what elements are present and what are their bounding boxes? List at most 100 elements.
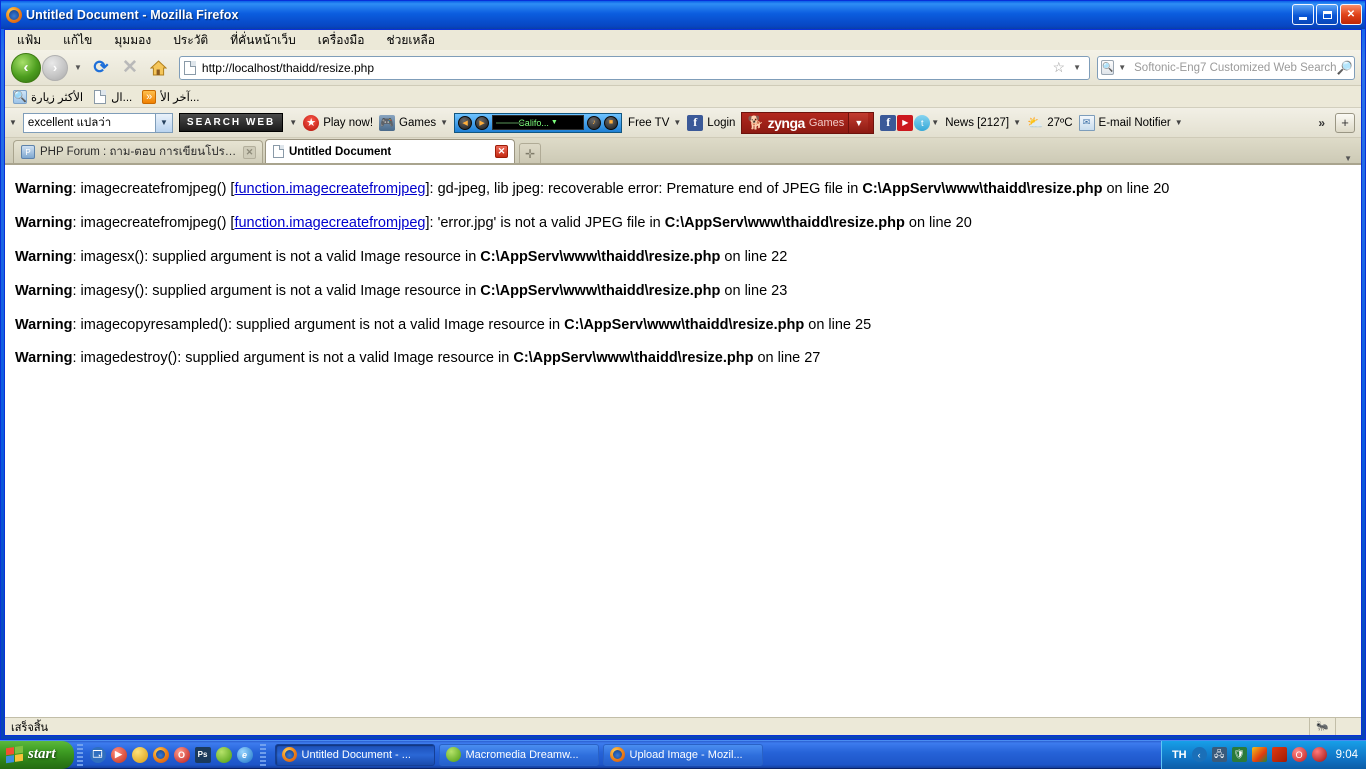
translate-combobox[interactable]: excellent แปลว่า ▼: [23, 113, 173, 133]
maximize-button[interactable]: [1316, 4, 1338, 25]
games-menu[interactable]: 🎮 Games ▼: [379, 115, 448, 131]
chevron-down-icon[interactable]: ▼: [1114, 63, 1130, 72]
play-now-button[interactable]: ★ Play now!: [303, 115, 373, 131]
news-label: News [2127]: [945, 117, 1009, 129]
task-button-dreamweaver[interactable]: Macromedia Dreamw...: [439, 744, 599, 766]
close-button[interactable]: ✕: [1340, 4, 1362, 25]
menu-history[interactable]: ประวัติ: [169, 30, 212, 51]
back-button[interactable]: ‹: [11, 53, 41, 83]
window-controls: ✕: [1292, 4, 1362, 25]
warning-function: imagecreatefromjpeg(): [81, 215, 227, 231]
menu-file[interactable]: แฟ้ม: [13, 30, 45, 51]
firefox-icon[interactable]: [153, 747, 169, 763]
bookmark-star-icon[interactable]: ☆: [1049, 59, 1070, 76]
php-warning-row: Warning: imagecreatefromjpeg() [function…: [15, 215, 1361, 232]
list-all-tabs-icon[interactable]: ▼: [1339, 154, 1357, 163]
tab-untitled-document[interactable]: Untitled Document ✕: [265, 139, 515, 163]
warning-function: imagesx(): [81, 249, 145, 265]
task-button-untitled-document[interactable]: Untitled Document - ...: [275, 744, 435, 766]
radio-station-display[interactable]: Califo... ▼: [492, 115, 584, 130]
free-tv-menu[interactable]: Free TV ▼: [628, 117, 681, 129]
status-resize-grip[interactable]: [1335, 718, 1361, 735]
home-icon[interactable]: [146, 55, 172, 81]
search-web-button[interactable]: SEARCH WEB: [179, 113, 283, 132]
weather-widget[interactable]: ⛅ 27ºC: [1027, 115, 1072, 131]
radio-prev-icon[interactable]: ◀: [458, 116, 472, 130]
twitter-icon[interactable]: t: [914, 115, 930, 131]
menu-view[interactable]: มุมมอง: [110, 30, 155, 51]
tray-usb-icon[interactable]: [1272, 747, 1287, 762]
chevron-down-icon[interactable]: ▼: [673, 118, 681, 127]
radio-player-widget[interactable]: ◀ ▶ Califo... ▼ ♪ ■: [454, 113, 622, 133]
chevron-down-icon[interactable]: ▼: [71, 63, 85, 72]
radio-volume-icon[interactable]: ♪: [587, 116, 601, 130]
search-input[interactable]: Softonic-Eng7 Customized Web Search: [1130, 62, 1336, 74]
chevron-down-icon[interactable]: ▼: [440, 118, 448, 127]
tray-antivirus-icon[interactable]: 🛡: [1232, 747, 1247, 762]
warning-label: Warning: [15, 283, 72, 299]
tab-close-icon[interactable]: ✕: [495, 145, 508, 158]
tab-close-icon[interactable]: ✕: [243, 146, 256, 159]
menu-help[interactable]: ช่วยเหลือ: [382, 30, 439, 51]
media-player-icon[interactable]: ▶: [111, 747, 127, 763]
photoshop-icon[interactable]: Ps: [195, 747, 211, 763]
stop-icon[interactable]: ✕: [117, 55, 143, 81]
start-button[interactable]: start: [0, 741, 74, 769]
warning-doc-link[interactable]: function.imagecreatefromjpeg: [234, 181, 425, 197]
chevron-down-icon[interactable]: ▼: [549, 119, 558, 126]
overflow-chevron-icon[interactable]: »: [1314, 116, 1329, 130]
chevron-down-icon[interactable]: ▼: [155, 114, 172, 132]
url-bar[interactable]: http://localhost/thaidd/resize.php ☆ ▼: [179, 56, 1090, 80]
firefox-icon: [282, 747, 297, 762]
tab-php-forum[interactable]: P PHP Forum : ถาม-ตอบ การเขียนโปรแกร... …: [13, 140, 263, 163]
url-input[interactable]: http://localhost/thaidd/resize.php: [202, 61, 1049, 75]
chevron-down-icon[interactable]: ▼: [931, 118, 939, 127]
task-button-upload-image[interactable]: Upload Image - Mozil...: [603, 744, 763, 766]
tray-security-icon[interactable]: [1312, 747, 1327, 762]
menu-tools[interactable]: เครื่องมือ: [314, 30, 369, 51]
chevron-down-icon[interactable]: ▼: [289, 118, 297, 127]
menu-edit[interactable]: แก้ไข: [59, 30, 96, 51]
chrome-icon[interactable]: [132, 747, 148, 763]
radio-stop-icon[interactable]: ■: [604, 116, 618, 130]
chevron-down-icon[interactable]: ▼: [848, 113, 868, 133]
status-addon-icon[interactable]: 🐜: [1309, 718, 1335, 735]
email-notifier-menu[interactable]: ✉ E-mail Notifier ▼: [1079, 115, 1183, 131]
tray-chevron-icon[interactable]: ‹: [1192, 747, 1207, 762]
chevron-down-icon[interactable]: ▼: [1013, 118, 1021, 127]
search-bar[interactable]: 🔍 ▼ Softonic-Eng7 Customized Web Search …: [1097, 56, 1355, 80]
search-icon[interactable]: 🔎: [1337, 60, 1355, 76]
clock[interactable]: 9:04: [1332, 749, 1358, 761]
reload-icon[interactable]: ⟳: [88, 55, 114, 81]
internet-explorer-icon[interactable]: e: [237, 747, 253, 763]
facebook-icon[interactable]: f: [880, 115, 896, 131]
opera-icon[interactable]: O: [174, 747, 190, 763]
bookmark-latest-headlines[interactable]: » آخر الأ...: [142, 90, 199, 104]
news-menu[interactable]: News [2127] ▼: [945, 117, 1021, 129]
tray-network-icon[interactable]: 🖧: [1212, 747, 1227, 762]
translate-value[interactable]: excellent แปลว่า: [28, 114, 111, 132]
radio-play-icon[interactable]: ▶: [475, 116, 489, 130]
tray-update-icon[interactable]: [1252, 747, 1267, 762]
chevron-down-icon[interactable]: ▼: [9, 118, 17, 127]
facebook-login-button[interactable]: f Login: [687, 115, 735, 131]
bookmark-most-visited[interactable]: 🔍 الأكثر زيارة: [13, 90, 83, 104]
chevron-down-icon[interactable]: ▼: [1175, 118, 1183, 127]
new-tab-button[interactable]: ✛: [519, 143, 541, 163]
dreamweaver-icon[interactable]: [216, 747, 232, 763]
warning-doc-link[interactable]: function.imagecreatefromjpeg: [234, 215, 425, 231]
add-toolbar-button[interactable]: +: [1335, 113, 1355, 133]
page-icon: [93, 90, 107, 104]
language-indicator[interactable]: TH: [1172, 749, 1187, 761]
youtube-icon[interactable]: ▶: [897, 115, 913, 131]
forward-button[interactable]: ›: [42, 55, 68, 81]
search-engine-icon[interactable]: 🔍: [1101, 60, 1114, 75]
tab-bar-right: ▼: [1339, 154, 1361, 163]
show-desktop-icon[interactable]: 🗔: [90, 747, 106, 763]
tray-opera-icon[interactable]: O: [1292, 747, 1307, 762]
menu-bookmarks[interactable]: ที่คั่นหน้าเว็บ: [226, 30, 299, 51]
chevron-down-icon[interactable]: ▼: [1069, 63, 1085, 72]
zynga-games-button[interactable]: 🐕 zynga Games ▼: [741, 112, 874, 134]
minimize-button[interactable]: [1292, 4, 1314, 25]
bookmark-item-2[interactable]: ال...: [93, 90, 132, 104]
